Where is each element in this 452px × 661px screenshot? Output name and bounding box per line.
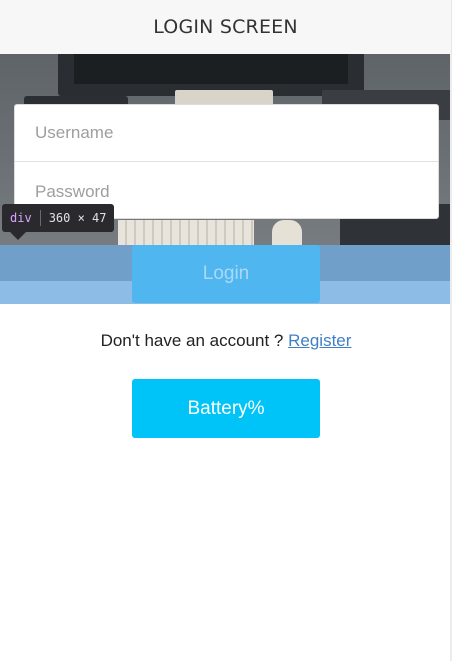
register-prompt-line: Don't have an account ? Register [0,331,452,351]
register-link[interactable]: Register [288,331,351,350]
username-field[interactable] [15,105,438,162]
devtools-tooltip: div 360 × 47 [2,204,115,232]
devtools-tag-name: div [10,211,32,225]
photo-keyboard [118,220,254,245]
devtools-separator [39,210,41,226]
page-title: LOGIN SCREEN [153,16,298,38]
devtools-tooltip-arrow [10,232,26,240]
photo-monitor-screen [74,54,348,84]
photo-mouse [272,220,302,245]
login-button[interactable]: Login [132,245,320,303]
battery-button[interactable]: Battery% [132,379,320,438]
login-card [14,104,439,220]
devtools-dimensions: 360 × 47 [48,211,107,225]
register-prompt: Don't have an account ? [100,331,284,350]
app-header: LOGIN SCREEN [0,0,452,54]
